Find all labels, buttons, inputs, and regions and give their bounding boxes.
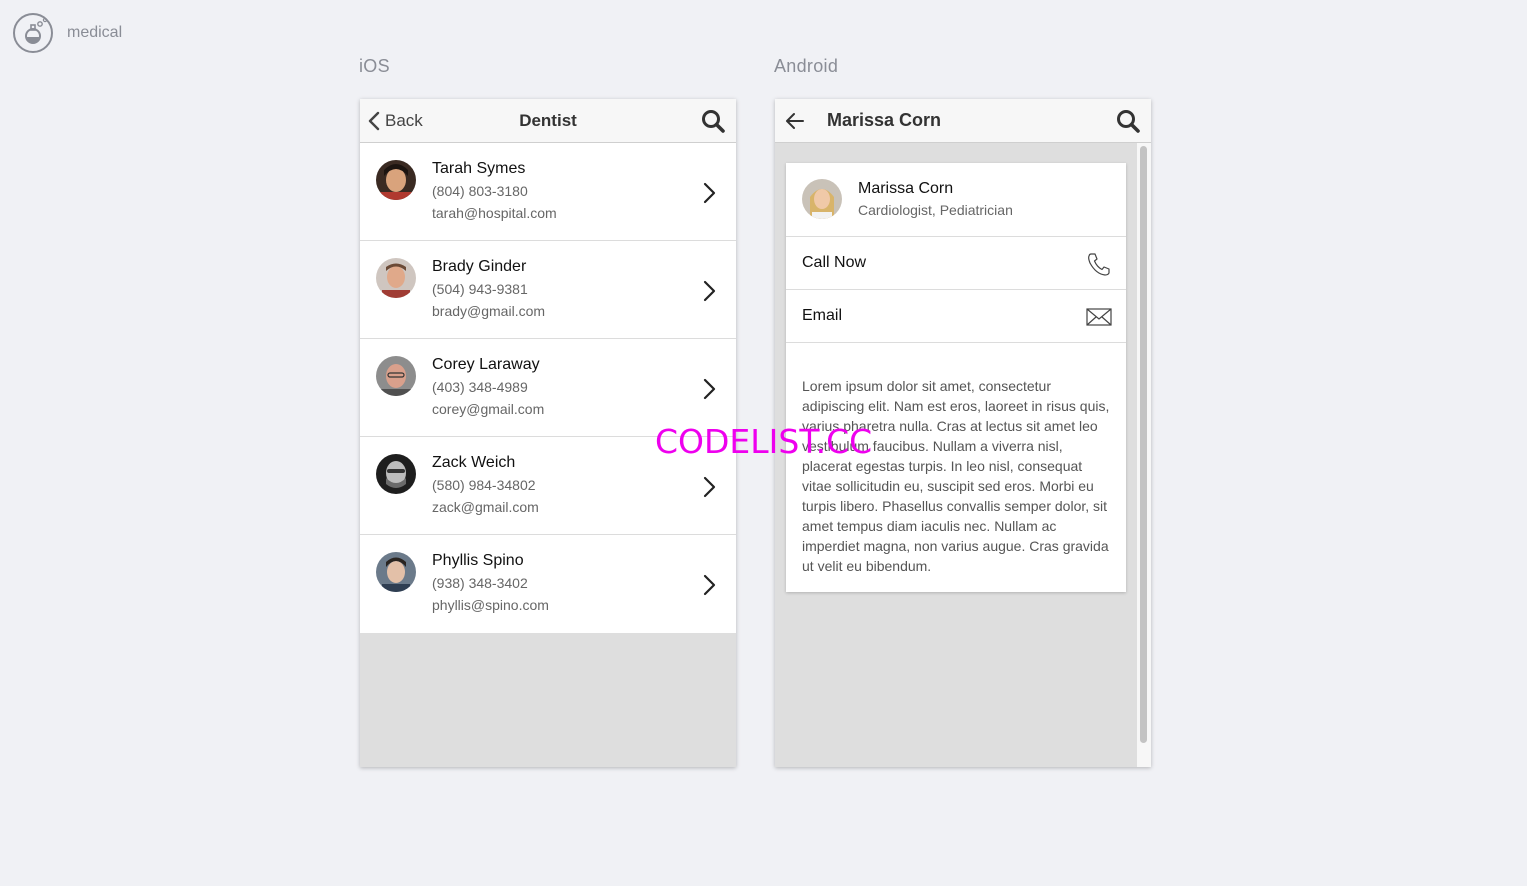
- contact-name: Zack Weich: [432, 454, 516, 471]
- contact-email: zack@gmail.com: [432, 499, 539, 515]
- chevron-right-icon: [703, 182, 716, 204]
- call-now-button[interactable]: Call Now: [786, 237, 1126, 290]
- watermark: CODELIST.CC: [655, 422, 873, 461]
- contact-email: corey@gmail.com: [432, 401, 545, 417]
- bio-text: Lorem ipsum dolor sit amet, consectetur …: [802, 378, 1110, 574]
- scrollbar-thumb[interactable]: [1140, 146, 1147, 743]
- flask-icon: [13, 13, 53, 53]
- contact-email: phyllis@spino.com: [432, 597, 549, 613]
- back-label: Back: [385, 110, 423, 130]
- email-label: Email: [802, 307, 843, 324]
- avatar: [376, 552, 416, 592]
- android-platform-label: Android: [774, 56, 839, 76]
- contact-email: tarah@hospital.com: [432, 205, 557, 221]
- profile-card: Marissa Corn Cardiologist, Pediatrician …: [786, 163, 1126, 592]
- contact-phone: (938) 348-3402: [432, 575, 528, 591]
- avatar: [376, 160, 416, 200]
- phone-icon: [1088, 253, 1110, 276]
- profile-header: Marissa Corn Cardiologist, Pediatrician: [786, 163, 1126, 237]
- call-now-label: Call Now: [802, 254, 867, 271]
- contact-phone: (403) 348-4989: [432, 379, 528, 395]
- contact-name: Tarah Symes: [432, 160, 526, 177]
- chevron-right-icon: [703, 574, 716, 596]
- contact-email: brady@gmail.com: [432, 303, 546, 319]
- chevron-left-icon: [368, 111, 380, 130]
- brand-label: medical: [67, 24, 123, 41]
- contact-phone: (804) 803-3180: [432, 183, 528, 199]
- contact-row[interactable]: Brady Ginder (504) 943-9381 brady@gmail.…: [360, 241, 736, 339]
- avatar: [802, 179, 842, 219]
- brand: medical: [12, 12, 122, 54]
- chevron-right-icon: [703, 476, 716, 498]
- avatar: [376, 454, 416, 494]
- chevron-right-icon: [703, 280, 716, 302]
- contact-phone: (580) 984-34802: [432, 477, 536, 493]
- avatar: [376, 258, 416, 298]
- chevron-right-icon: [703, 378, 716, 400]
- search-icon[interactable]: [1115, 108, 1141, 134]
- contact-row[interactable]: Phyllis Spino (938) 348-3402 phyllis@spi…: [360, 535, 736, 633]
- contact-phone: (504) 943-9381: [432, 281, 528, 297]
- profile-role: Cardiologist, Pediatrician: [858, 202, 1013, 218]
- page-title: Marissa Corn: [827, 110, 942, 130]
- envelope-icon: [1086, 308, 1112, 326]
- contact-name: Brady Ginder: [432, 258, 527, 275]
- avatar: [376, 356, 416, 396]
- contact-list: Tarah Symes (804) 803-3180 tarah@hospita…: [360, 143, 736, 633]
- search-icon[interactable]: [700, 108, 726, 134]
- contact-name: Corey Laraway: [432, 356, 540, 373]
- ios-platform-label: iOS: [359, 56, 390, 76]
- android-toolbar: Marissa Corn: [775, 99, 1151, 143]
- email-button[interactable]: Email: [786, 290, 1126, 343]
- back-button[interactable]: Back: [368, 99, 423, 142]
- ios-navbar: Back Dentist: [360, 99, 736, 143]
- contact-name: Phyllis Spino: [432, 552, 524, 569]
- profile-name: Marissa Corn: [858, 180, 954, 197]
- contact-row[interactable]: Tarah Symes (804) 803-3180 tarah@hospita…: [360, 143, 736, 241]
- arrow-left-icon[interactable]: [783, 109, 807, 133]
